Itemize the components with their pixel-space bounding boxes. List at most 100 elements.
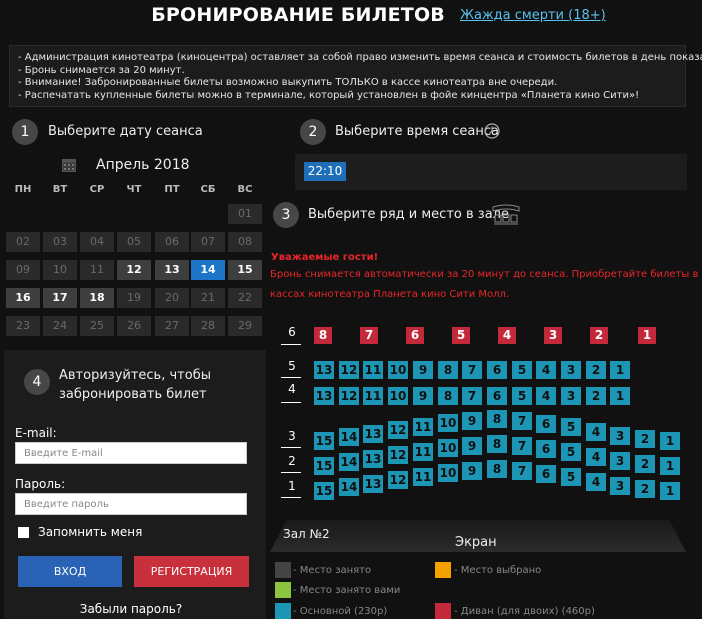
notice-line: - Администрация кинотеатра (киноцентра) … [18, 52, 702, 63]
seat[interactable]: 6 [536, 440, 556, 458]
seat[interactable]: 10 [388, 361, 408, 379]
calendar-day[interactable]: 12 [117, 260, 151, 280]
email-field[interactable] [15, 442, 247, 464]
calendar-day[interactable]: 13 [155, 260, 189, 280]
calendar-day[interactable]: 14 [191, 260, 225, 280]
seat[interactable]: 9 [413, 387, 433, 405]
sofa-seat[interactable]: 2 [590, 327, 608, 344]
seat[interactable]: 1 [610, 387, 630, 405]
forgot-password-link[interactable]: Забыли пароль? [0, 602, 262, 616]
seat[interactable]: 10 [438, 414, 458, 432]
seat[interactable]: 12 [388, 471, 408, 489]
seat[interactable]: 4 [586, 423, 606, 441]
seat[interactable]: 5 [561, 443, 581, 461]
seat[interactable]: 14 [339, 478, 359, 496]
calendar-day[interactable]: 18 [80, 288, 114, 308]
seat[interactable]: 8 [487, 460, 507, 478]
seat[interactable]: 13 [363, 425, 383, 443]
movie-link[interactable]: Жажда смерти (18+) [460, 8, 606, 23]
seat[interactable]: 15 [314, 432, 334, 450]
seat[interactable]: 6 [487, 361, 507, 379]
seat[interactable]: 3 [561, 361, 581, 379]
seat[interactable]: 4 [536, 387, 556, 405]
register-button[interactable]: РЕГИСТРАЦИЯ [134, 556, 249, 587]
seat[interactable]: 1 [660, 457, 680, 475]
seat[interactable]: 4 [586, 473, 606, 491]
row-divider [281, 402, 301, 403]
seat[interactable]: 9 [462, 412, 482, 430]
seat[interactable]: 3 [561, 387, 581, 405]
calendar-day[interactable]: 15 [228, 260, 262, 280]
seat[interactable]: 13 [363, 475, 383, 493]
seat[interactable]: 9 [462, 462, 482, 480]
sofa-seat[interactable]: 8 [314, 327, 332, 344]
password-field[interactable] [15, 493, 247, 515]
seat[interactable]: 2 [586, 361, 606, 379]
seat[interactable]: 12 [388, 446, 408, 464]
sofa-seat[interactable]: 3 [544, 327, 562, 344]
seat[interactable]: 7 [462, 361, 482, 379]
seat[interactable]: 3 [610, 452, 630, 470]
seat[interactable]: 6 [536, 465, 556, 483]
seat[interactable]: 5 [561, 418, 581, 436]
seat[interactable]: 13 [363, 450, 383, 468]
calendar-day: 28 [191, 316, 225, 336]
seat[interactable]: 15 [314, 457, 334, 475]
remember-checkbox[interactable] [18, 527, 29, 538]
seat[interactable]: 10 [438, 439, 458, 457]
sofa-seat[interactable]: 4 [498, 327, 516, 344]
login-button[interactable]: ВХОД [18, 556, 122, 587]
seat[interactable]: 7 [462, 387, 482, 405]
sofa-seat[interactable]: 5 [452, 327, 470, 344]
seat[interactable]: 4 [586, 448, 606, 466]
seat[interactable]: 8 [487, 435, 507, 453]
calendar-day[interactable]: 16 [6, 288, 40, 308]
seat[interactable]: 9 [413, 361, 433, 379]
seat[interactable]: 15 [314, 482, 334, 500]
sofa-seat[interactable]: 1 [638, 327, 656, 344]
seat[interactable]: 7 [512, 412, 532, 430]
seat[interactable]: 12 [388, 421, 408, 439]
seat[interactable]: 1 [610, 361, 630, 379]
seat[interactable]: 5 [512, 361, 532, 379]
sofa-seat[interactable]: 7 [360, 327, 378, 344]
seat[interactable]: 12 [339, 361, 359, 379]
seat[interactable]: 8 [487, 410, 507, 428]
seat[interactable]: 5 [561, 468, 581, 486]
seat[interactable]: 3 [610, 427, 630, 445]
seat[interactable]: 1 [660, 482, 680, 500]
seat[interactable]: 11 [413, 418, 433, 436]
calendar-day[interactable]: 17 [43, 288, 77, 308]
seat[interactable]: 2 [635, 430, 655, 448]
seat[interactable]: 14 [339, 453, 359, 471]
seat[interactable]: 8 [438, 361, 458, 379]
seat[interactable]: 7 [512, 437, 532, 455]
seat[interactable]: 11 [363, 387, 383, 405]
seat[interactable]: 11 [363, 361, 383, 379]
sofa-seat[interactable]: 6 [406, 327, 424, 344]
seat[interactable]: 11 [413, 468, 433, 486]
time-slot-button[interactable]: 22:10 [304, 162, 346, 181]
seat[interactable]: 5 [512, 387, 532, 405]
weekday-header: ПТ [164, 184, 180, 195]
seat[interactable]: 4 [536, 361, 556, 379]
seat[interactable]: 10 [438, 464, 458, 482]
seat[interactable]: 7 [512, 462, 532, 480]
seat[interactable]: 2 [586, 387, 606, 405]
seat[interactable]: 8 [438, 387, 458, 405]
seat[interactable]: 13 [314, 387, 334, 405]
seat[interactable]: 13 [314, 361, 334, 379]
time-bar [295, 154, 687, 190]
seat[interactable]: 10 [388, 387, 408, 405]
seat[interactable]: 2 [635, 480, 655, 498]
seat[interactable]: 6 [487, 387, 507, 405]
seat[interactable]: 6 [536, 415, 556, 433]
seat[interactable]: 14 [339, 428, 359, 446]
seat[interactable]: 3 [610, 477, 630, 495]
seat[interactable]: 2 [635, 455, 655, 473]
seat[interactable]: 11 [413, 443, 433, 461]
seat[interactable]: 1 [660, 432, 680, 450]
seat[interactable]: 12 [339, 387, 359, 405]
row-label-1: 1 [288, 479, 296, 493]
seat[interactable]: 9 [462, 437, 482, 455]
